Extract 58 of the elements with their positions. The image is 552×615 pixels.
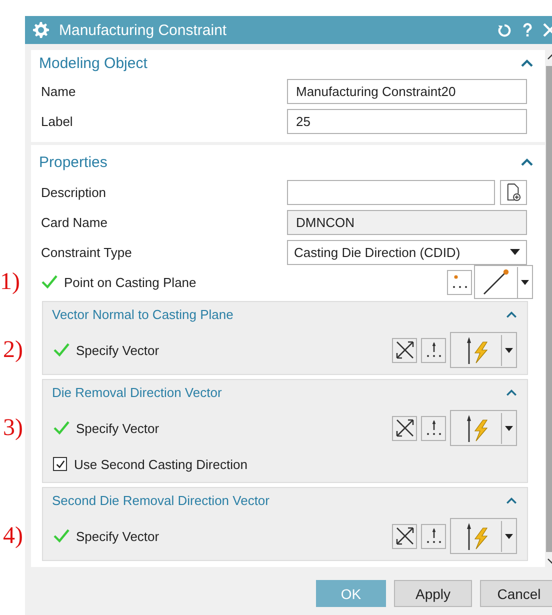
vector-type-dropdown[interactable] (450, 518, 517, 554)
text-field[interactable] (287, 180, 495, 204)
annotation-label: 2) (3, 336, 23, 364)
vector-dialog-button[interactable] (421, 416, 446, 440)
collapse-icon[interactable] (506, 388, 517, 396)
vector-dialog-button[interactable] (421, 524, 446, 548)
dropdown-arrow-icon (510, 249, 520, 255)
row-label: Specify Vector (76, 420, 160, 436)
section-title: Modeling Object (39, 54, 148, 72)
row-label: Specify Vector (76, 342, 160, 358)
text-field[interactable]: 25 (287, 108, 527, 134)
collapse-icon[interactable] (506, 496, 517, 504)
window-title: Manufacturing Constraint (59, 22, 227, 38)
field-label: Label (41, 114, 73, 128)
annotation-label: 1) (0, 268, 20, 296)
constraint-type-dropdown[interactable]: Casting Die Direction (CDID) (287, 240, 527, 264)
dialog-button[interactable]: Cancel (480, 580, 552, 607)
vector-type-dropdown[interactable] (450, 332, 517, 368)
read-only-field[interactable]: DMNCON (287, 210, 527, 234)
text-field[interactable]: Manufacturing Constraint20 (287, 78, 527, 104)
field-label: Card Name (41, 214, 108, 230)
group-title: Die Removal Direction Vector (52, 384, 222, 400)
vector-dialog-button[interactable] (421, 338, 446, 362)
collapse-icon[interactable] (521, 59, 533, 67)
document-add-icon (506, 182, 521, 202)
vector-type-dropdown[interactable] (450, 410, 517, 446)
field-label: Constraint Type (41, 244, 132, 260)
field-label: Name (41, 84, 76, 98)
reverse-direction-button[interactable] (392, 338, 417, 362)
dropdown-arrow-icon (501, 412, 516, 444)
help-icon[interactable] (522, 22, 533, 38)
attach-button[interactable] (500, 180, 527, 204)
row-label: Point on Casting Plane (64, 274, 196, 290)
crossed-arrows-icon (394, 526, 414, 546)
checkbox[interactable] (53, 457, 67, 471)
field-label: Description (41, 184, 106, 200)
collapse-icon[interactable] (521, 158, 533, 166)
annotation-label: 3) (3, 414, 23, 442)
point-type-dropdown[interactable] (474, 265, 533, 299)
row-label: Specify Vector (76, 528, 160, 544)
dropdown-arrow-icon (501, 520, 516, 552)
dropdown-arrow-icon (501, 334, 516, 366)
line-point-icon (481, 267, 511, 297)
crossed-arrows-icon (394, 418, 414, 438)
reverse-direction-button[interactable] (392, 524, 417, 548)
annotation-label: 4) (3, 522, 23, 550)
section-title: Properties (39, 154, 108, 170)
crossed-arrows-icon (394, 340, 414, 360)
reset-icon[interactable] (497, 22, 512, 38)
reverse-direction-button[interactable] (392, 416, 417, 440)
checkbox-label: Use Second Casting Direction (74, 456, 248, 472)
dropdown-arrow-icon (517, 266, 532, 298)
group-title: Vector Normal to Casting Plane (52, 306, 234, 322)
settings-icon (33, 22, 49, 38)
dialog-button[interactable]: Apply (394, 580, 472, 607)
collapse-icon[interactable] (506, 310, 517, 318)
point-dialog-button[interactable] (447, 270, 472, 294)
group-title: Second Die Removal Direction Vector (52, 492, 270, 508)
